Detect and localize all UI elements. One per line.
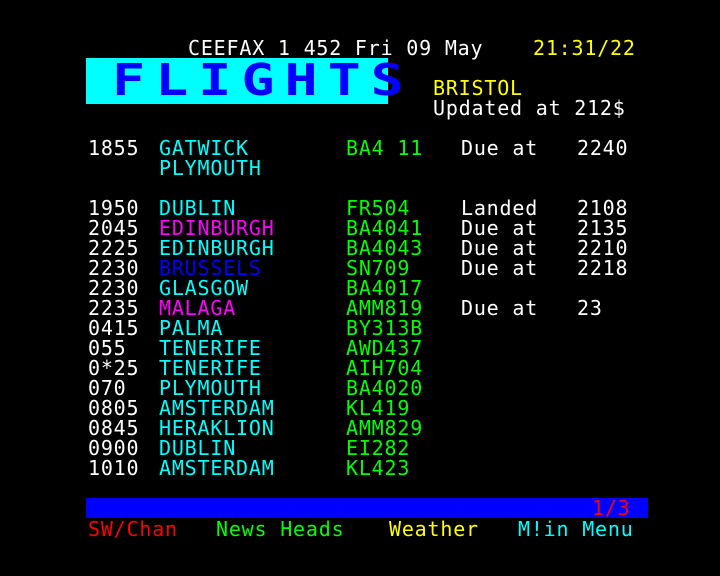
flight-status: Due at	[461, 296, 539, 320]
flight-time: 2045	[88, 216, 140, 240]
fastext-yellow-link[interactable]: Weather	[389, 519, 479, 539]
flight-destination: DUBLIN	[159, 196, 237, 220]
flight-destination: AMSTERDAM	[159, 396, 275, 420]
flights-banner: FLIGHTS	[86, 58, 404, 104]
flight-time: 1010	[88, 456, 140, 480]
flight-destination: MALAGA	[159, 296, 237, 320]
flight-number: SN709	[346, 256, 411, 280]
flight-status: Due at	[461, 236, 539, 260]
flight-number: BA4043	[346, 236, 424, 260]
page-counter-bar: 1/3	[86, 498, 648, 518]
fastext-cyan-link[interactable]: M!in Menu	[518, 519, 634, 539]
flight-time: 2235	[88, 296, 140, 320]
banner-title: FLIGHTS	[112, 55, 414, 106]
flight-time: 0*25	[88, 356, 140, 380]
updated-time: Updated at 212$	[433, 96, 626, 120]
flight-status-time: 2135	[577, 216, 629, 240]
flight-status-time: 2240	[577, 136, 629, 160]
flight-destination: TENERIFE	[159, 336, 262, 360]
flight-time: 070	[88, 376, 127, 400]
page-counter: 1/3	[592, 496, 631, 520]
fastext-red-link[interactable]: SW/Chan	[88, 519, 178, 539]
flight-time: 0845	[88, 416, 140, 440]
flight-time: 1950	[88, 196, 140, 220]
flight-number: BA4017	[346, 276, 424, 300]
flight-time: 055	[88, 336, 127, 360]
flight-destination: AMSTERDAM	[159, 456, 275, 480]
flight-destination: PLYMOUTH	[159, 376, 262, 400]
flight-number: BA4 11	[346, 136, 424, 160]
flight-status: Due at	[461, 216, 539, 240]
flight-time: 2225	[88, 236, 140, 260]
flight-status: Landed	[461, 196, 539, 220]
flight-time: 1855	[88, 136, 140, 160]
flight-number: AMM829	[346, 416, 424, 440]
flight-number: BA4041	[346, 216, 424, 240]
flight-destination: EDINBURGH	[159, 236, 275, 260]
flight-destination: HERAKLION	[159, 416, 275, 440]
flight-number: BY313B	[346, 316, 424, 340]
flight-number: KL423	[346, 456, 411, 480]
flight-destination: BRUSSELS	[159, 256, 262, 280]
flight-status: Due at	[461, 136, 539, 160]
clock: 21:31/22	[533, 36, 636, 60]
airport-name: BRISTOL	[433, 76, 523, 100]
flight-status: Due at	[461, 256, 539, 280]
fastext-green-link[interactable]: News Heads	[216, 519, 344, 539]
flight-number: AMM819	[346, 296, 424, 320]
flight-time: 0900	[88, 436, 140, 460]
flight-destination: GLASGOW	[159, 276, 249, 300]
flight-time: 2230	[88, 256, 140, 280]
flight-status-time: 2108	[577, 196, 629, 220]
flight-destination: TENERIFE	[159, 356, 262, 380]
flight-number: BA4020	[346, 376, 424, 400]
flight-number: FR504	[346, 196, 411, 220]
flight-destination: EDINBURGH	[159, 216, 275, 240]
flight-destination: DUBLIN	[159, 436, 237, 460]
flight-number: AIH704	[346, 356, 424, 380]
flight-status-time: 23	[577, 296, 603, 320]
flight-number: AWD437	[346, 336, 424, 360]
flight-time: 0415	[88, 316, 140, 340]
flight-destination: PLYMOUTH	[159, 156, 262, 180]
flight-number: KL419	[346, 396, 411, 420]
flight-status-time: 2210	[577, 236, 629, 260]
flight-destination: PALMA	[159, 316, 224, 340]
flight-time: 2230	[88, 276, 140, 300]
flight-destination: GATWICK	[159, 136, 249, 160]
flight-time: 0805	[88, 396, 140, 420]
flight-status-time: 2218	[577, 256, 629, 280]
flight-number: EI282	[346, 436, 411, 460]
